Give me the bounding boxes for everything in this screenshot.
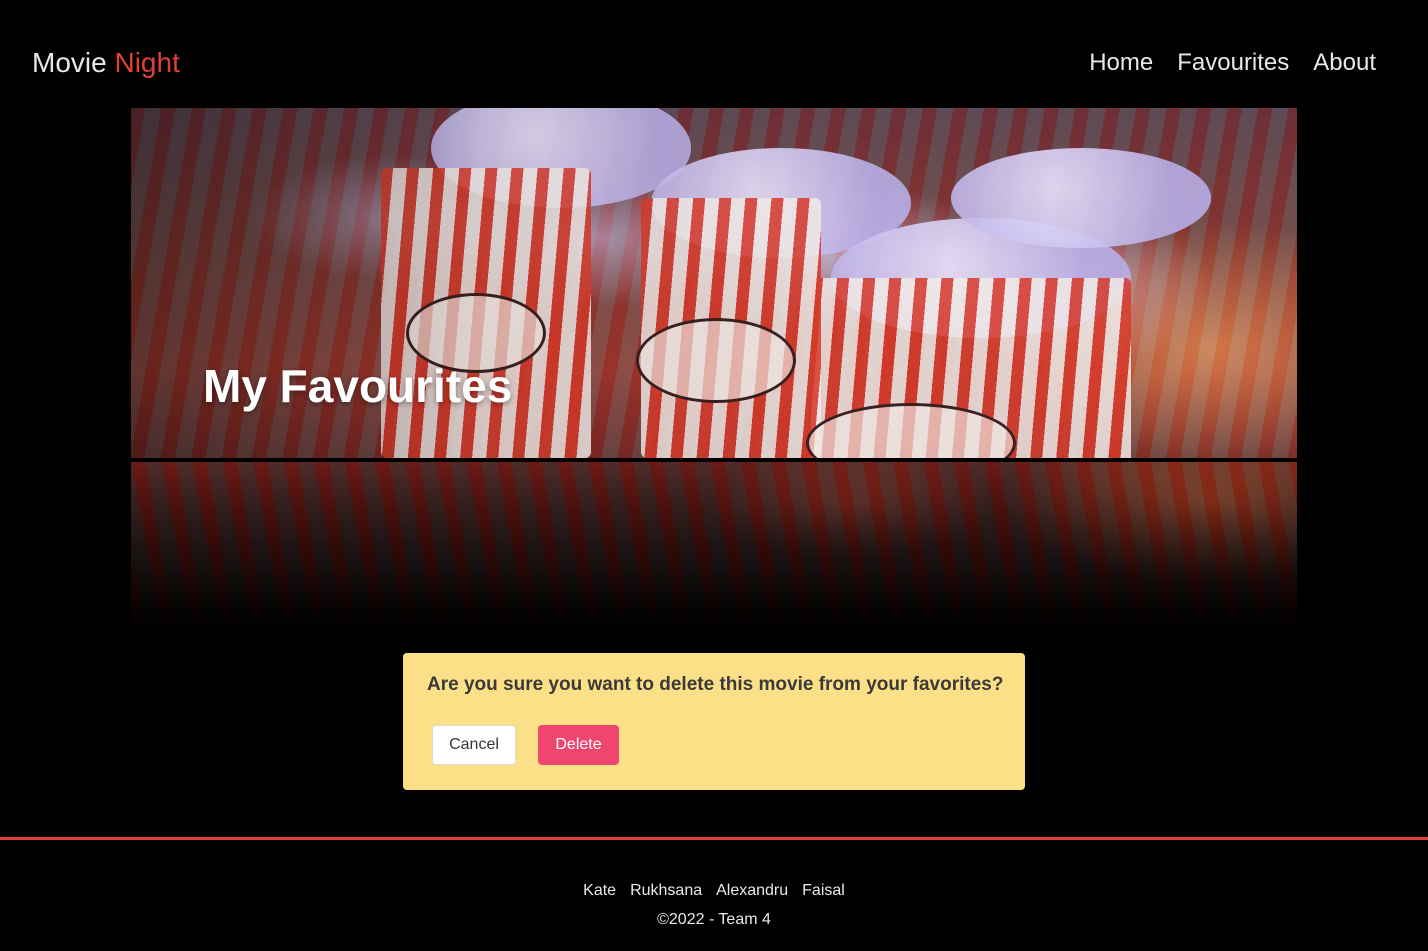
nav-link-favourites[interactable]: Favourites	[1177, 48, 1289, 78]
nav-links: Home Favourites About	[1089, 48, 1376, 78]
delete-button[interactable]: Delete	[538, 725, 619, 765]
brand-accent: Night	[114, 47, 180, 78]
brand-logo[interactable]: Movie Night	[32, 46, 180, 80]
hero-reflection	[131, 462, 1297, 632]
page-title: My Favourites	[203, 360, 513, 412]
hero-banner: My Favourites	[131, 108, 1297, 458]
team-member-name: Rukhsana	[630, 882, 703, 899]
alert-message: Are you sure you want to delete this mov…	[427, 674, 1004, 695]
nav-link-about[interactable]: About	[1313, 48, 1376, 78]
delete-confirm-alert: Are you sure you want to delete this mov…	[403, 653, 1025, 790]
footer-team-names: Kate Rukhsana Alexandru Faisal	[0, 880, 1428, 902]
team-member-name: Alexandru	[716, 882, 789, 899]
footer-copyright: ©2022 - Team 4	[657, 911, 771, 928]
footer: Kate Rukhsana Alexandru Faisal ©2022 - T…	[0, 837, 1428, 951]
reflection-fade	[131, 462, 1297, 632]
brand-main: Movie	[32, 47, 107, 78]
nav-link-home[interactable]: Home	[1089, 48, 1153, 78]
navbar: Movie Night Home Favourites About	[0, 0, 1428, 108]
team-member-name: Kate	[583, 882, 617, 899]
team-member-name: Faisal	[802, 882, 845, 899]
cancel-button[interactable]: Cancel	[432, 725, 516, 765]
